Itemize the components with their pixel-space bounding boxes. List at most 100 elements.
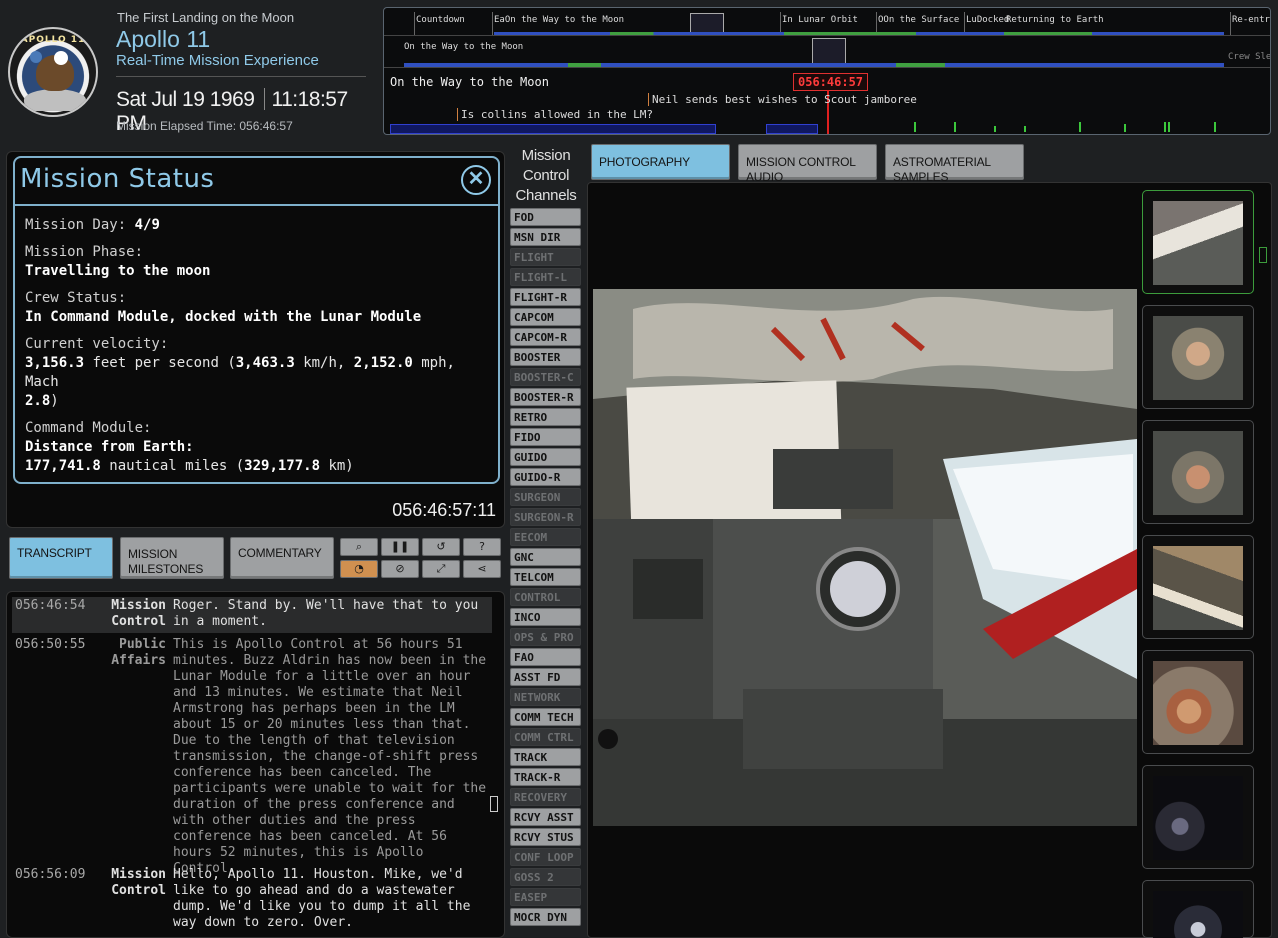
- channel-button[interactable]: FAO: [510, 648, 581, 666]
- channel-button[interactable]: TRACK: [510, 748, 581, 766]
- timeline-tick: [994, 126, 996, 132]
- channel-button[interactable]: INCO: [510, 608, 581, 626]
- timeline-overview-row[interactable]: Countdown EaOn the Way to the Moon In Lu…: [384, 12, 1270, 36]
- transcript-row[interactable]: 056:56:09 Mission Control Hello, Apollo 1…: [12, 866, 492, 937]
- channel-button[interactable]: MOCR DYN: [510, 908, 581, 926]
- channel-button[interactable]: CAPCOM: [510, 308, 581, 326]
- photo-thumbnail[interactable]: [1142, 765, 1254, 869]
- timeline-divider: [1230, 12, 1231, 35]
- channel-button[interactable]: CONTROL: [510, 588, 581, 606]
- tab-commentary-label: COMMENTARY: [238, 546, 322, 560]
- timeline-activity-bar: [494, 32, 784, 35]
- timeline-phase-row[interactable]: On the Way to the Moon Crew Sle: [384, 38, 1270, 68]
- search-icon[interactable]: ⌕: [340, 538, 378, 556]
- channel-button[interactable]: GUIDO-R: [510, 468, 581, 486]
- channel-button[interactable]: CAPCOM-R: [510, 328, 581, 346]
- channel-button[interactable]: FIDO: [510, 428, 581, 446]
- mute-icon[interactable]: ⊘: [381, 560, 419, 578]
- transcript-row[interactable]: 056:50:55 Public Affairs This is Apollo C…: [12, 636, 492, 876]
- pause-icon[interactable]: ❚❚: [381, 538, 419, 556]
- channel-button[interactable]: FOD: [510, 208, 581, 226]
- mission-phase-value: Travelling to the moon: [25, 263, 211, 279]
- channel-button[interactable]: TRACK-R: [510, 768, 581, 786]
- close-icon[interactable]: ✕: [461, 165, 491, 195]
- channel-button[interactable]: BOOSTER-R: [510, 388, 581, 406]
- datetime-separator: [264, 88, 266, 110]
- channel-button[interactable]: SURGEON: [510, 488, 581, 506]
- mission-status-box: Mission Status ✕ Mission Day: 4/9 Missio…: [13, 156, 500, 484]
- tab-astromaterial-samples[interactable]: ASTROMATERIAL SAMPLES: [885, 144, 1024, 184]
- timeline-event[interactable]: Is collins allowed in the LM?: [457, 108, 653, 121]
- timeline-zoom-window[interactable]: [812, 38, 846, 66]
- channel-button[interactable]: FLIGHT-L: [510, 268, 581, 286]
- photo-thumbnail[interactable]: [1142, 650, 1254, 754]
- transcript-speaker-line2: Control: [111, 614, 166, 629]
- channel-button[interactable]: SURGEON-R: [510, 508, 581, 526]
- timeline-tick: [1024, 126, 1026, 132]
- channel-button[interactable]: NETWORK: [510, 688, 581, 706]
- channel-button[interactable]: FLIGHT: [510, 248, 581, 266]
- transcript-speaker: Mission Control: [100, 598, 166, 630]
- photo-thumbnail[interactable]: [1142, 305, 1254, 409]
- history-icon[interactable]: ↺: [422, 538, 460, 556]
- tab-transcript[interactable]: TRANSCRIPT: [9, 537, 113, 579]
- channel-button[interactable]: MSN DIR: [510, 228, 581, 246]
- channel-button[interactable]: COMM CTRL: [510, 728, 581, 746]
- channel-button[interactable]: COMM TECH: [510, 708, 581, 726]
- photo-thumbnail[interactable]: [1142, 535, 1254, 639]
- channel-button[interactable]: RECOVERY: [510, 788, 581, 806]
- timeline-detail-row[interactable]: On the Way to the Moon 056:46:57 Neil se…: [384, 72, 1270, 134]
- timeline-phase-label: EaOn the Way to the Moon: [494, 15, 625, 25]
- velocity-mach: 2.8: [25, 393, 51, 409]
- thumbnail-image: [1153, 201, 1243, 285]
- channel-button[interactable]: GOSS 2: [510, 868, 581, 886]
- channel-button[interactable]: GNC: [510, 548, 581, 566]
- tab-photography[interactable]: PHOTOGRAPHY: [591, 144, 730, 180]
- fullscreen-icon[interactable]: ⤢: [422, 560, 460, 578]
- logo-text: APOLLO 11: [20, 35, 86, 45]
- channel-button[interactable]: RCVY ASST: [510, 808, 581, 826]
- transcript-speaker-line2: Affairs: [111, 653, 166, 668]
- transcript-row[interactable]: 056:46:54 Mission Control Roger. Stand by…: [12, 597, 492, 633]
- tab-transcript-label: TRANSCRIPT: [17, 546, 92, 560]
- transcript-scrollbar[interactable]: [490, 796, 498, 812]
- channel-button[interactable]: RETRO: [510, 408, 581, 426]
- photo-thumbnail[interactable]: [1142, 420, 1254, 524]
- channel-button[interactable]: OPS & PRO: [510, 628, 581, 646]
- tab-mission-control-audio[interactable]: MISSION CONTROL AUDIO: [738, 144, 877, 184]
- channels-heading-line3: Channels: [515, 187, 577, 204]
- mission-status-title: Mission Status: [20, 164, 215, 194]
- photo-thumbnail[interactable]: [1142, 880, 1254, 938]
- timeline-event[interactable]: Neil sends best wishes to Scout jamboree: [648, 93, 917, 106]
- channel-button[interactable]: EECOM: [510, 528, 581, 546]
- tab-audio-label: MISSION CONTROL AUDIO: [746, 155, 856, 184]
- help-icon[interactable]: ?: [463, 538, 501, 556]
- main-photo[interactable]: [593, 289, 1137, 826]
- tab-mission-milestones[interactable]: MISSION MILESTONES: [120, 537, 224, 579]
- speedometer-icon[interactable]: ◔: [340, 560, 378, 578]
- channel-button[interactable]: EASEP: [510, 888, 581, 906]
- thumbnail-scrollbar[interactable]: [1259, 247, 1267, 263]
- timeline-phase-label: LuDocked: [966, 15, 1010, 25]
- timeline-tick: [1214, 122, 1216, 132]
- transcript-panel[interactable]: 056:46:54 Mission Control Roger. Stand by…: [6, 591, 505, 938]
- transcript-speaker: Public Affairs: [100, 637, 166, 669]
- channel-button[interactable]: BOOSTER: [510, 348, 581, 366]
- app-title: Apollo 11: [116, 26, 211, 52]
- share-icon[interactable]: ⋖: [463, 560, 501, 578]
- tab-photography-label: PHOTOGRAPHY: [599, 155, 690, 169]
- transcript-time: 056:46:54: [15, 598, 86, 613]
- timeline-zoom-window[interactable]: [690, 13, 724, 33]
- channel-button[interactable]: FLIGHT-R: [510, 288, 581, 306]
- channel-button[interactable]: ASST FD: [510, 668, 581, 686]
- photo-thumbnail[interactable]: [1142, 190, 1254, 294]
- thumbnail-image: [1153, 546, 1243, 630]
- mission-timeline[interactable]: Countdown EaOn the Way to the Moon In Lu…: [383, 7, 1271, 135]
- channel-button[interactable]: TELCOM: [510, 568, 581, 586]
- channel-button[interactable]: CONF LOOP: [510, 848, 581, 866]
- app-subtitle: Real-Time Mission Experience: [116, 52, 319, 69]
- channel-button[interactable]: GUIDO: [510, 448, 581, 466]
- channel-button[interactable]: BOOSTER-C: [510, 368, 581, 386]
- tab-commentary[interactable]: COMMENTARY: [230, 537, 334, 579]
- channel-button[interactable]: RCVY STUS: [510, 828, 581, 846]
